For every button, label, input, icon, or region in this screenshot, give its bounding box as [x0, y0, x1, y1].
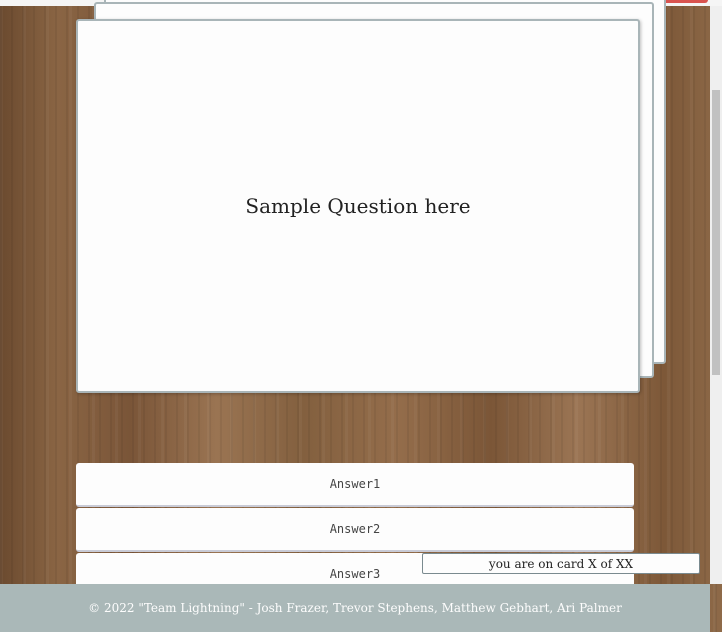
- answer-button-2[interactable]: Answer2: [76, 508, 634, 552]
- question-card[interactable]: Sample Question here: [76, 19, 640, 393]
- card-counter: you are on card X of XX: [422, 553, 700, 574]
- footer: © 2022 "Team Lightning" - Josh Frazer, T…: [0, 584, 710, 632]
- answer-button-1[interactable]: Answer1: [76, 463, 634, 507]
- flashcard-page: { "card": { "question": "Sample Question…: [0, 0, 722, 632]
- question-text: Sample Question here: [245, 194, 471, 218]
- scrollbar-thumb[interactable]: [712, 90, 720, 375]
- footer-text: © 2022 "Team Lightning" - Josh Frazer, T…: [88, 601, 622, 615]
